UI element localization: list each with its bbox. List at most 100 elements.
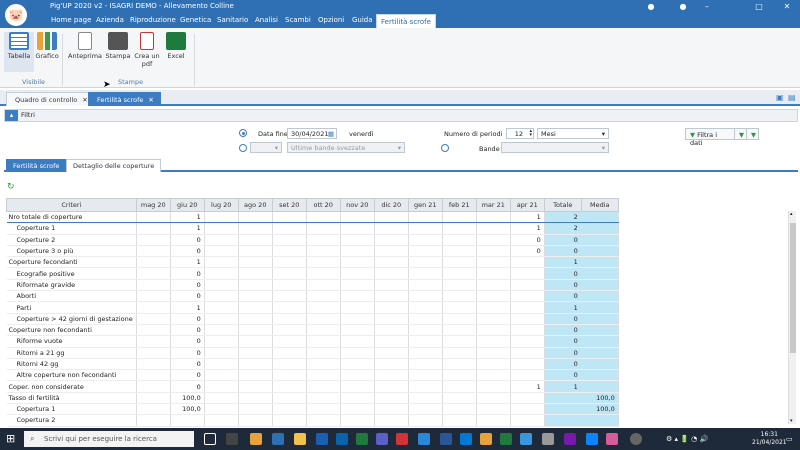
table-cell[interactable] [238,234,273,246]
table-cell[interactable] [340,210,375,224]
table-cell[interactable] [306,222,341,235]
table-cell[interactable] [204,210,239,224]
table-cell[interactable] [136,210,171,224]
cell-media[interactable] [581,313,619,325]
cell-giu-20[interactable]: 0 [170,380,205,393]
table-cell[interactable] [204,347,239,359]
table-cell[interactable] [374,414,409,427]
table-cell[interactable] [136,380,171,393]
row-label[interactable]: Coperture 2 [6,234,137,246]
cell-giu-20[interactable]: 100,0 [170,403,205,416]
table-cell[interactable] [408,210,443,224]
table-cell[interactable] [374,369,409,382]
table-cell[interactable] [340,392,375,405]
table-cell[interactable] [442,313,477,325]
row-label[interactable]: Aborti [6,290,137,303]
row-label[interactable]: Coperture 1 [6,222,137,235]
table-cell[interactable] [340,234,375,246]
cell-giu-20[interactable]: 0 [170,335,205,348]
table-cell[interactable] [374,256,409,269]
cell-giu-20[interactable]: 0 [170,234,205,246]
table-cell[interactable] [306,324,341,337]
word-icon[interactable] [440,433,452,445]
table-row[interactable]: Coper. non considerate 0 1 1 [6,380,619,393]
data-fine-field[interactable]: 30/04/2021 ▦ [287,128,337,139]
table-cell[interactable] [272,245,307,258]
column-header[interactable]: set 20 [271,198,307,212]
table-cell[interactable] [476,234,511,246]
table-cell[interactable] [238,414,273,427]
table-cell[interactable] [408,267,443,280]
cell-totale[interactable]: 0 [544,290,582,303]
tabella-button[interactable]: Tabella [4,32,34,72]
table-cell[interactable] [204,222,239,235]
table-cell[interactable] [136,222,171,235]
table-cell[interactable] [306,256,341,269]
table-cell[interactable] [238,335,273,348]
table-cell[interactable] [476,290,511,303]
menu-sanitario[interactable]: Sanitario [217,16,248,24]
menu-fertilita-scrofe[interactable]: Fertilità scrofe [376,14,436,28]
table-cell[interactable] [238,222,273,235]
excel-taskbar-icon[interactable] [356,433,368,445]
table-cell[interactable] [408,414,443,427]
app-icon[interactable] [500,433,512,445]
cortana-icon[interactable] [204,433,216,445]
row-label[interactable]: Coperture > 42 giorni di gestazione [6,313,137,325]
cell-apr-21[interactable] [510,414,545,427]
cell-giu-20[interactable]: 0 [170,369,205,382]
table-cell[interactable] [238,301,273,314]
cell-totale[interactable]: 0 [544,234,582,246]
outlook-icon[interactable] [336,433,348,445]
cell-giu-20[interactable]: 0 [170,347,205,359]
cell-totale[interactable] [544,403,582,416]
refresh-icon[interactable]: ↻ [7,183,16,192]
table-cell[interactable] [374,301,409,314]
table-cell[interactable] [408,245,443,258]
table-cell[interactable] [476,301,511,314]
column-header[interactable]: dic 20 [373,198,409,212]
table-cell[interactable] [340,313,375,325]
cell-totale[interactable]: 0 [544,347,582,359]
table-cell[interactable] [136,313,171,325]
teams-icon[interactable] [376,433,388,445]
filter-remove-button[interactable]: ▼ [746,128,759,140]
menu-azienda[interactable]: Azienda [96,16,124,24]
table-cell[interactable] [408,403,443,416]
cell-giu-20[interactable]: 0 [170,267,205,280]
table-cell[interactable] [306,290,341,303]
cell-apr-21[interactable] [510,335,545,348]
table-cell[interactable] [340,222,375,235]
table-cell[interactable] [238,290,273,303]
table-cell[interactable] [306,335,341,348]
table-cell[interactable] [306,313,341,325]
table-cell[interactable] [306,210,341,224]
excel-button[interactable]: Excel [161,32,191,60]
cell-media[interactable] [581,358,619,371]
cell-media[interactable] [581,324,619,337]
table-cell[interactable] [204,335,239,348]
cell-apr-21[interactable] [510,324,545,337]
table-cell[interactable] [272,414,307,427]
table-cell[interactable] [306,347,341,359]
column-header[interactable]: ott 20 [305,198,341,212]
row-label[interactable]: Coper. non considerate [6,380,137,393]
table-cell[interactable] [408,290,443,303]
row-label[interactable]: Coperture non fecondanti [6,324,137,337]
subtab-fertilita-scrofe[interactable]: Fertilità scrofe [6,159,67,172]
table-cell[interactable] [476,414,511,427]
app-icon[interactable] [542,433,554,445]
table-cell[interactable] [476,369,511,382]
cell-media[interactable] [581,279,619,292]
cell-apr-21[interactable]: 1 [510,210,545,224]
anteprima-button[interactable]: Anteprima [68,32,102,60]
bande-radio-1[interactable] [239,144,247,152]
cell-media[interactable] [581,267,619,280]
cell-apr-21[interactable]: 0 [510,245,545,258]
table-cell[interactable] [204,267,239,280]
cell-totale[interactable]: 0 [544,324,582,337]
table-cell[interactable] [408,301,443,314]
column-header[interactable]: Totale [543,198,582,212]
table-cell[interactable] [442,380,477,393]
table-cell[interactable] [306,392,341,405]
